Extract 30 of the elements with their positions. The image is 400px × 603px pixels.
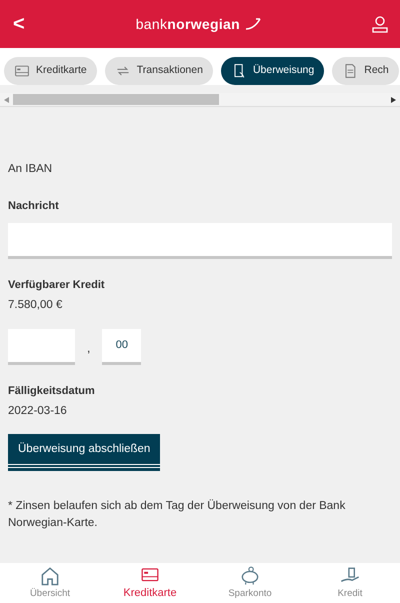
- tab[interactable]: Überweisung: [220, 57, 324, 85]
- scroll-right-icon[interactable]: [391, 96, 396, 102]
- scroll-left-icon[interactable]: [4, 96, 9, 102]
- submit-button[interactable]: Überweisung abschließen: [8, 434, 160, 468]
- nav-item[interactable]: Übersicht: [0, 563, 100, 603]
- user-icon[interactable]: [372, 15, 388, 33]
- tab[interactable]: Transaktionen: [104, 57, 213, 85]
- field-label: Fälligkeitsdatum: [8, 384, 96, 398]
- logo-text: banknorwegian: [136, 14, 240, 34]
- cents-field[interactable]: 00: [102, 328, 142, 364]
- decimal-separator: ,: [86, 340, 92, 356]
- field-label: Verfügbarer Kredit: [8, 278, 106, 293]
- nav-item[interactable]: Kredit: [300, 563, 400, 603]
- tab[interactable]: Kreditkarte: [4, 57, 97, 85]
- swoosh-icon: [244, 17, 262, 31]
- piggy-bank-icon: [239, 565, 261, 587]
- house-icon: [39, 565, 61, 587]
- recipient-text: An IBAN: [8, 162, 54, 177]
- tab[interactable]: Rech: [332, 57, 399, 85]
- amount-field[interactable]: [8, 328, 75, 364]
- card-icon: [14, 63, 30, 79]
- message-field[interactable]: [8, 222, 392, 259]
- field-label: Nachricht: [8, 199, 60, 214]
- credit-value: 7.580,00 €: [8, 298, 64, 314]
- back-button[interactable]: <: [12, 8, 26, 40]
- nav-item[interactable]: Sparkonto: [200, 563, 300, 603]
- due-date-value: 2022-03-16: [8, 404, 68, 419]
- nav-item[interactable]: Kreditkarte: [100, 563, 200, 603]
- footnote-text: * Zinsen belaufen sich ab dem Tag der Überweisung von der Bank Norwegian-Karte.: [8, 498, 346, 532]
- scrollbar[interactable]: [0, 93, 400, 107]
